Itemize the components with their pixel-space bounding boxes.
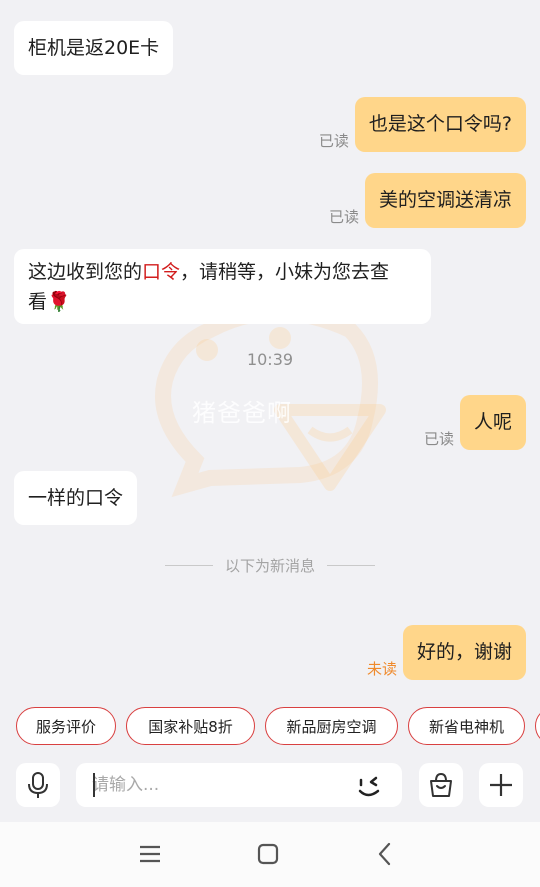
more-button[interactable] [479,763,523,807]
text-caret [93,773,95,797]
message-outgoing: 已读 人呢 [424,395,526,450]
divider-label: 以下为新消息 [225,557,316,575]
new-messages-divider: 以下为新消息 [165,555,376,576]
password-highlight: 口令 [142,261,181,283]
message-text: 看 [28,291,48,313]
input-bar [0,760,540,808]
microphone-icon [28,772,48,798]
nav-back-button[interactable] [370,839,400,869]
quick-reply-bar: 服务评价 国家补贴8折 新品厨房空调 新省电神机 [0,707,540,747]
message-bubble[interactable]: 好的，谢谢 [402,625,526,680]
read-status: 已读 [318,132,349,150]
voice-button[interactable] [16,763,60,807]
unread-status: 未读 [366,660,397,678]
quick-reply-chip[interactable]: 国家补贴8折 [126,707,255,745]
message-incoming: 一样的口令 [14,471,138,525]
message-outgoing: 已读 美的空调送清凉 [329,173,526,228]
message-bubble[interactable]: 美的空调送清凉 [364,173,526,228]
message-incoming: 柜机是返20E卡 [14,21,174,75]
message-bubble[interactable]: 人呢 [459,395,526,450]
message-text: 这边收到您的 [28,261,143,283]
message-bubble[interactable]: 这边收到您的口令，请稍等，小妹为您去查 看🌹 [14,249,431,324]
back-chevron-icon [378,842,391,866]
quick-reply-chip-more[interactable] [535,707,540,745]
message-bubble[interactable]: 柜机是返20E卡 [14,21,174,75]
quick-reply-chip[interactable]: 新品厨房空调 [265,707,398,745]
shop-button[interactable] [419,763,463,807]
message-bubble[interactable]: 一样的口令 [14,471,138,525]
message-outgoing: 未读 好的，谢谢 [367,625,526,680]
message-outgoing: 已读 也是这个口令吗? [319,97,526,152]
message-text: ，请稍等，小妹为您去查 [180,261,390,283]
message-incoming: 这边收到您的口令，请稍等，小妹为您去查 看🌹 [14,249,431,324]
shopping-bag-icon [430,772,452,797]
system-navigation-bar [0,822,540,887]
rose-emoji-icon: 🌹 [47,291,71,313]
quick-reply-chip[interactable]: 服务评价 [16,707,116,745]
message-bubble[interactable]: 也是这个口令吗? [354,97,526,152]
read-status: 已读 [328,208,359,226]
timestamp: 10:39 [246,350,294,369]
menu-icon [140,845,160,863]
quick-reply-chip[interactable]: 新省电神机 [408,707,525,745]
watermark-text: 猪爸爸啊 [192,399,292,427]
chat-area[interactable]: 猪爸爸啊 柜机是返20E卡 已读 也是这个口令吗? 已读 美的空调送清凉 这边收… [0,0,540,700]
nav-menu-button[interactable] [135,839,165,869]
plus-icon [490,774,512,796]
home-square-icon [257,843,279,865]
read-status: 已读 [423,430,454,448]
nav-home-button[interactable] [253,839,283,869]
emoji-wink-icon[interactable] [354,771,388,801]
